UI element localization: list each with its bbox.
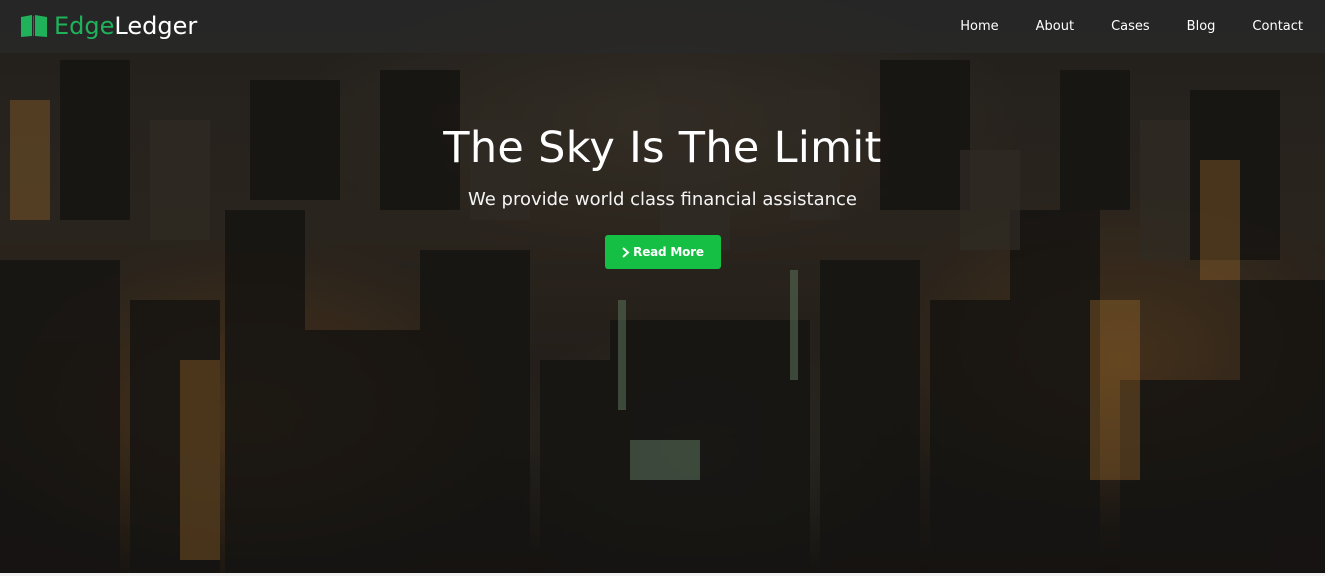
read-more-button[interactable]: Read More xyxy=(604,235,721,269)
nav-contact[interactable]: Contact xyxy=(1252,19,1303,34)
navbar: Edge Ledger Home About Cases Blog Contact xyxy=(0,0,1325,53)
nav-home[interactable]: Home xyxy=(960,19,998,34)
brand-name-ledger: Ledger xyxy=(114,12,198,40)
nav-blog[interactable]: Blog xyxy=(1187,19,1216,34)
nav-about[interactable]: About xyxy=(1036,19,1074,34)
hero-overlay xyxy=(0,0,1325,573)
brand-name-edge: Edge xyxy=(54,12,115,40)
brand-logo-link[interactable]: Edge Ledger xyxy=(20,10,197,42)
main-nav: Home About Cases Blog Contact xyxy=(923,0,1303,53)
hero-title: The Sky Is The Limit xyxy=(443,123,882,173)
nav-cases[interactable]: Cases xyxy=(1111,19,1150,34)
book-icon xyxy=(21,15,47,37)
hero-subtitle: We provide world class financial assista… xyxy=(467,189,857,210)
hero-content: The Sky Is The Limit We provide world cl… xyxy=(0,118,1325,269)
chevron-right-icon xyxy=(622,246,630,258)
page: Edge Ledger Home About Cases Blog Contact… xyxy=(0,0,1325,576)
read-more-label: Read More xyxy=(633,245,704,259)
